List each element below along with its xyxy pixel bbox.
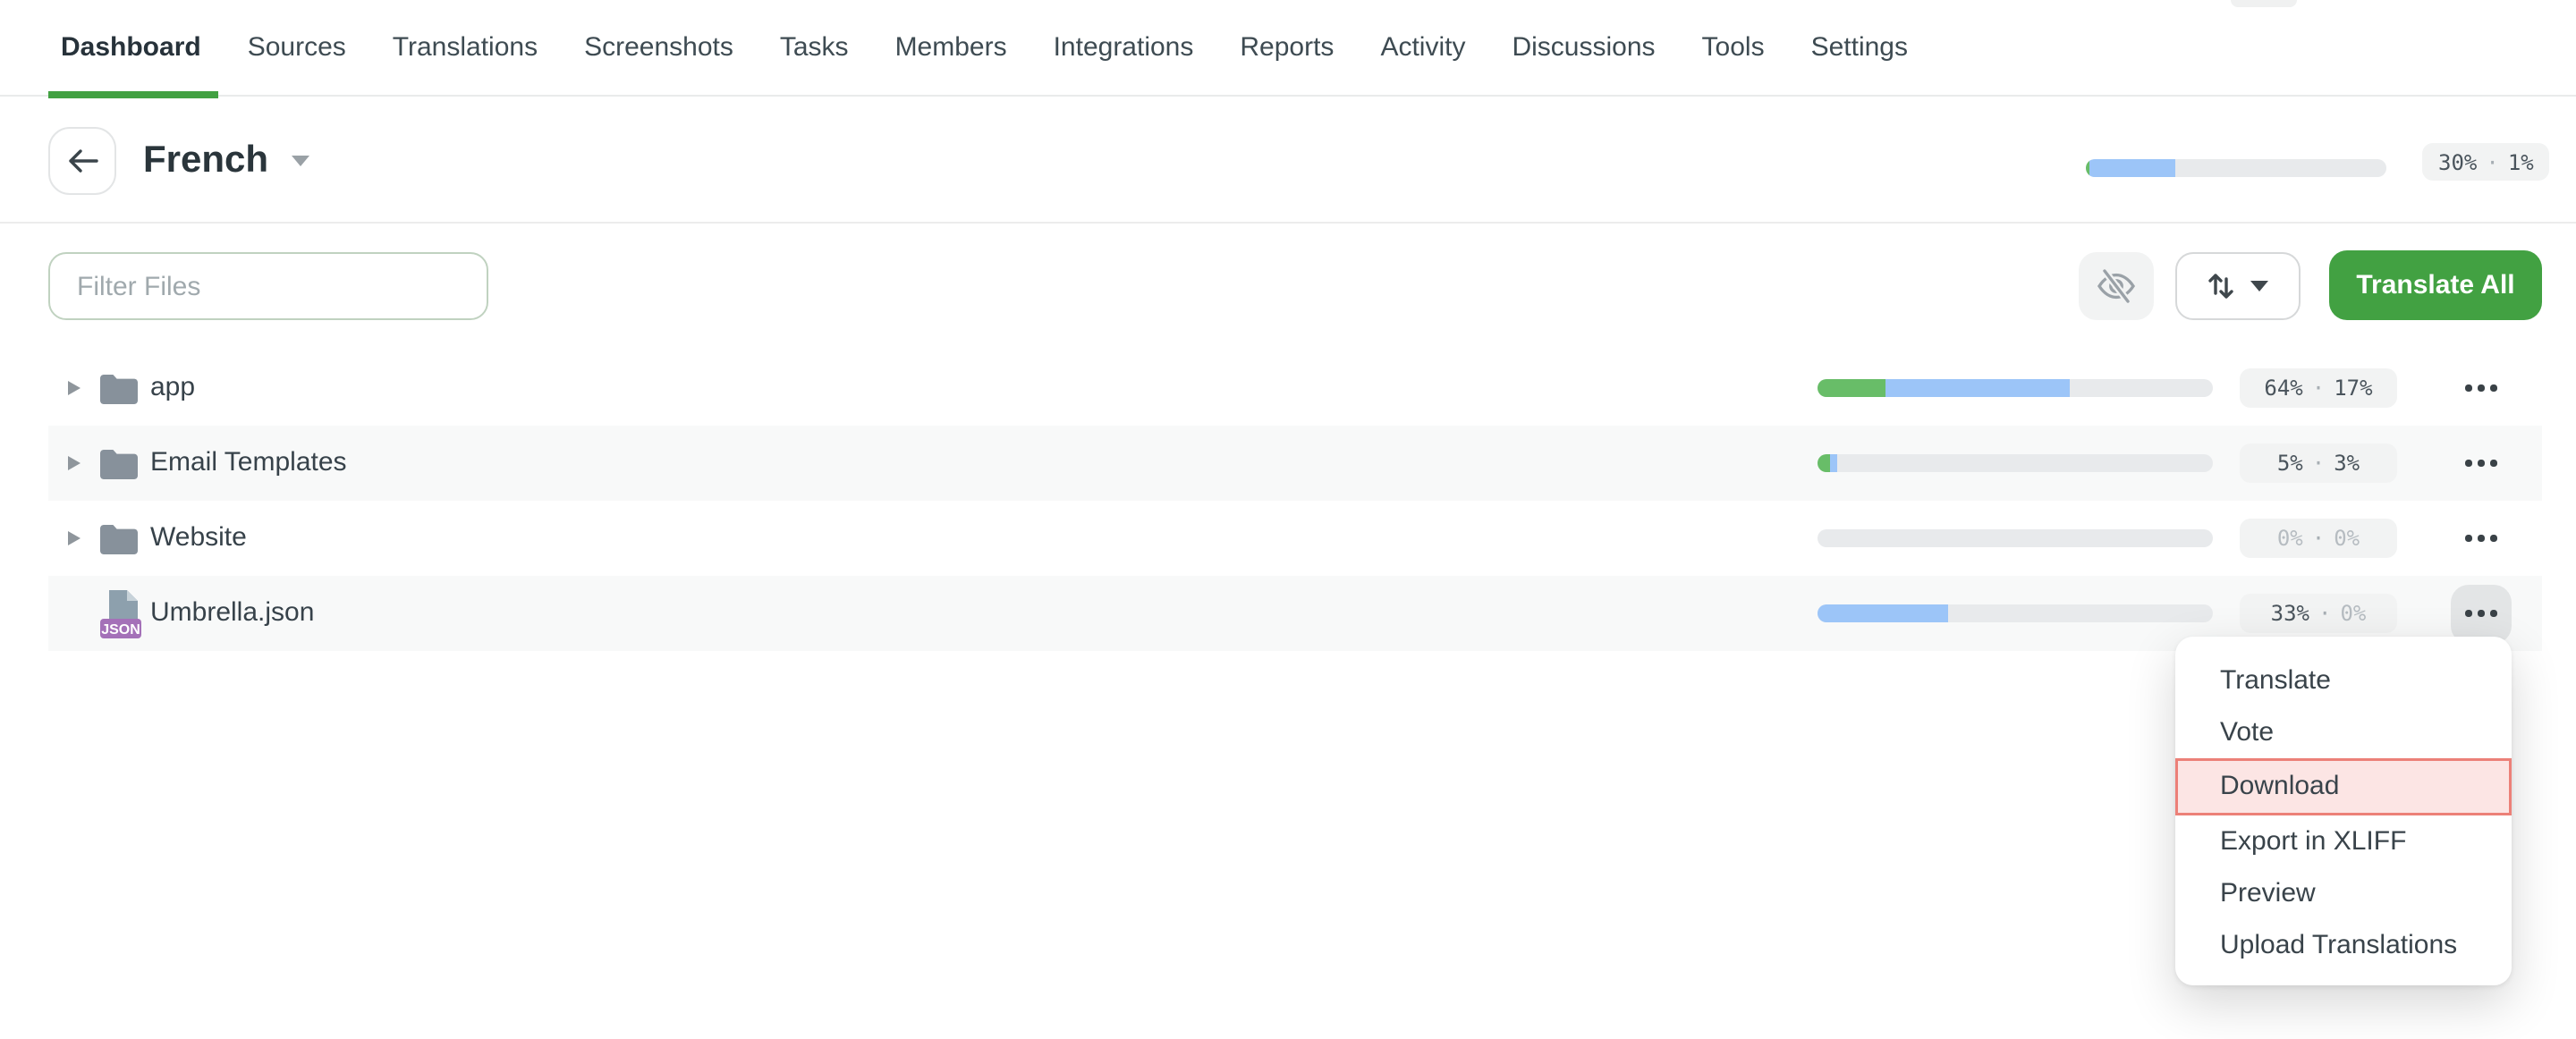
menu-item-download[interactable]: Download (2175, 758, 2512, 815)
row-actions-button[interactable] (2451, 359, 2512, 418)
nav-item-activity[interactable]: Activity (1380, 0, 1465, 96)
top-nav: Dashboard Sources Translations Screenshots T… (0, 0, 2576, 97)
language-progress-bar (2086, 159, 2386, 177)
approved-progress-segment (1818, 454, 1829, 472)
ellipsis-icon (2466, 460, 2472, 467)
svg-text:JSON: JSON (101, 622, 140, 638)
chevron-down-icon (2250, 281, 2268, 291)
nav-item-translations[interactable]: Translations (393, 0, 538, 96)
nav-item-tasks[interactable]: Tasks (780, 0, 849, 96)
file-name: Umbrella.json (150, 576, 314, 651)
eye-off-icon (2097, 268, 2136, 304)
nav-item-members[interactable]: Members (895, 0, 1007, 96)
arrow-left-icon (67, 148, 97, 173)
file-list: app 64%·17% (48, 351, 2542, 651)
chevron-down-icon (292, 156, 309, 166)
menu-item-export-in-xliff[interactable]: Export in XLIFF (2175, 815, 2512, 866)
language-progress-badge: 30%·1% (2422, 143, 2550, 181)
menu-item-upload-translations[interactable]: Upload Translations (2175, 918, 2512, 970)
chevron-right-icon[interactable] (68, 380, 80, 394)
folder-icon (100, 374, 138, 404)
file-progress-badge: 64%·17% (2240, 368, 2397, 408)
chevron-right-icon[interactable] (68, 530, 80, 545)
file-progress-badge: 5%·3% (2240, 443, 2397, 483)
page-title: French (143, 136, 268, 186)
cutoff-element (2231, 0, 2297, 7)
approved-progress-segment (1818, 379, 1885, 397)
translated-progress-segment (2089, 159, 2175, 177)
folder-icon (100, 449, 138, 479)
folder-icon (100, 524, 138, 554)
nav-item-discussions[interactable]: Discussions (1512, 0, 1655, 96)
ellipsis-icon (2466, 536, 2472, 542)
menu-item-preview[interactable]: Preview (2175, 866, 2512, 918)
file-row-email-templates[interactable]: Email Templates 5%·3% (48, 426, 2542, 501)
ellipsis-icon (2479, 385, 2485, 392)
sort-arrows-icon (2207, 272, 2234, 300)
nav-item-tools[interactable]: Tools (1702, 0, 1765, 96)
chevron-right-icon[interactable] (68, 455, 80, 469)
translated-progress-segment (1829, 454, 1837, 472)
file-progress-bar (1818, 604, 2213, 622)
toggle-hidden-files-button[interactable] (2079, 252, 2154, 320)
file-progress-badge: 0%·0% (2240, 519, 2397, 558)
row-actions-button[interactable] (2451, 584, 2512, 643)
language-dropdown[interactable]: French (143, 136, 309, 186)
file-row-website[interactable]: Website 0%·0% (48, 501, 2542, 576)
ellipsis-icon (2491, 460, 2497, 467)
ellipsis-icon (2479, 536, 2485, 542)
nav-item-dashboard[interactable]: Dashboard (61, 0, 201, 96)
header-divider (0, 222, 2576, 224)
file-progress-bar (1818, 454, 2213, 472)
nav-item-integrations[interactable]: Integrations (1054, 0, 1194, 96)
menu-item-vote[interactable]: Vote (2175, 706, 2512, 758)
file-row-umbrella-json[interactable]: JSON Umbrella.json 33%·0% (48, 576, 2542, 651)
file-progress-bar (1818, 529, 2213, 547)
translate-all-button[interactable]: Translate All (2329, 250, 2542, 320)
file-progress-bar (1818, 379, 2213, 397)
file-progress-badge: 33%·0% (2240, 594, 2397, 633)
ellipsis-icon (2491, 611, 2497, 617)
file-row-app[interactable]: app 64%·17% (48, 351, 2542, 426)
ellipsis-icon (2466, 385, 2472, 392)
file-name: Email Templates (150, 426, 347, 501)
ellipsis-icon (2491, 385, 2497, 392)
file-name: Website (150, 501, 247, 576)
ellipsis-icon (2479, 460, 2485, 467)
filter-files-input[interactable] (48, 252, 488, 320)
nav-item-sources[interactable]: Sources (248, 0, 346, 96)
back-button[interactable] (48, 127, 116, 195)
ellipsis-icon (2491, 536, 2497, 542)
ellipsis-icon (2466, 611, 2472, 617)
translated-progress-segment (1818, 604, 1948, 622)
nav-item-screenshots[interactable]: Screenshots (584, 0, 733, 96)
nav-item-settings[interactable]: Settings (1811, 0, 1908, 96)
sort-button[interactable] (2175, 252, 2301, 320)
menu-item-translate[interactable]: Translate (2175, 655, 2512, 706)
row-actions-button[interactable] (2451, 434, 2512, 493)
file-name: app (150, 351, 195, 426)
nav-item-reports[interactable]: Reports (1240, 0, 1334, 96)
project-language-dashboard: Dashboard Sources Translations Screenshots T… (0, 0, 2576, 1039)
ellipsis-icon (2479, 611, 2485, 617)
translated-progress-segment (1885, 379, 2071, 397)
context-menu: TranslateVoteDownloadExport in XLIFFPrev… (2175, 637, 2512, 984)
json-file-icon: JSON (100, 590, 145, 638)
row-actions-button[interactable] (2451, 509, 2512, 568)
